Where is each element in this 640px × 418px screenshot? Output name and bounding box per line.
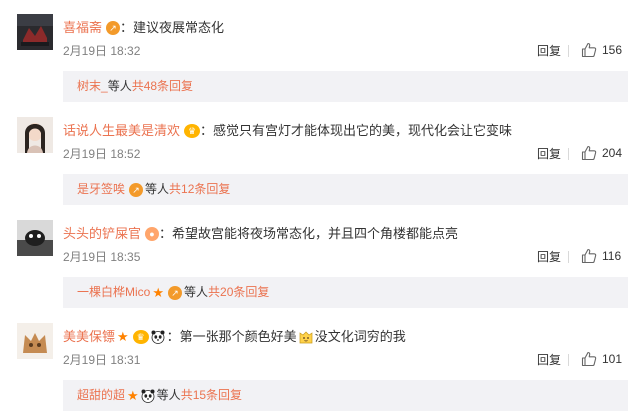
- comment-line: 话说人生最美是清欢 ♛ ：感觉只有宫灯才能体现出它的美，现代化会让它变味: [63, 123, 512, 139]
- reply-button[interactable]: 回复: [537, 353, 561, 367]
- username-link[interactable]: 喜福斋: [63, 20, 102, 36]
- username-link[interactable]: 话说人生最美是清欢: [63, 123, 180, 139]
- sub-replies-box[interactable]: 是牙签唉 ↗ 等人 共12条回复: [63, 174, 628, 205]
- thumbs-up-icon: [581, 145, 597, 161]
- comment-line: 美美保镖 ★ ♛ ：第一张那个颜色好美 没文化词穷的我: [63, 329, 406, 345]
- sub-replies-box[interactable]: 树末_ 等人 共48条回复: [63, 71, 628, 102]
- like-count: 204: [602, 146, 623, 160]
- sub-reply-middle: 等人: [145, 182, 170, 196]
- sub-replies-summary: 一棵白桦Mico ★ ↗ 等人 共20条回复: [77, 285, 269, 300]
- timestamp: 2月19日 18:32: [63, 44, 141, 58]
- comment-feed: 喜福斋 ↗ ：建议夜展常态化 2月19日 18:32 回复 156 树末_ 等人…: [0, 0, 640, 418]
- comment-text-tail: 没文化词穷的我: [314, 329, 406, 344]
- comment-line: 喜福斋 ↗ ：建议夜展常态化: [63, 20, 224, 36]
- like-count: 116: [602, 249, 622, 263]
- like-button[interactable]: 116: [581, 248, 621, 264]
- timestamp: 2月19日 18:35: [63, 250, 141, 264]
- comment-text: ：建议夜展常态化: [120, 20, 225, 35]
- divider: [568, 45, 569, 57]
- comment-text: ：希望故宫能将夜场常态化，并且四个角楼都能点亮: [159, 226, 459, 241]
- thumbs-up-icon: [581, 42, 597, 58]
- like-button[interactable]: 156: [581, 42, 622, 58]
- star-icon: ★: [117, 329, 129, 344]
- vip-crown-badge-icon: ♛: [132, 330, 149, 344]
- sub-replies-summary: 超甜的超 ★ 等人 共15条回复: [77, 388, 242, 403]
- reply-button[interactable]: 回复: [537, 44, 561, 58]
- comment-item: 美美保镖 ★ ♛ ：第一张那个颜色好美 没文化词穷的我 2月19日 18:31 …: [0, 309, 640, 412]
- vip-badge-icon: ↗: [168, 285, 182, 300]
- divider: [568, 354, 569, 366]
- sub-replies-box[interactable]: 一棵白桦Mico ★ ↗ 等人 共20条回复: [63, 277, 628, 308]
- avatar[interactable]: [17, 14, 53, 50]
- like-button[interactable]: 204: [581, 145, 622, 161]
- sub-reply-count-link[interactable]: 共48条回复: [132, 79, 193, 94]
- sub-replies-summary: 是牙签唉 ↗ 等人 共12条回复: [77, 182, 230, 197]
- comment-item: 头头的铲屎官 ● ：希望故宫能将夜场常态化，并且四个角楼都能点亮 2月19日 1…: [0, 206, 640, 309]
- sub-reply-user[interactable]: 是牙签唉: [77, 182, 125, 197]
- panda-icon: [151, 330, 165, 344]
- divider: [568, 251, 569, 263]
- sub-reply-user[interactable]: 一棵白桦Mico: [77, 285, 150, 300]
- vip-badge-icon: ●: [145, 227, 160, 241]
- comment-line: 头头的铲屎官 ● ：希望故宫能将夜场常态化，并且四个角楼都能点亮: [63, 226, 458, 242]
- sub-reply-middle: 等人: [107, 79, 132, 93]
- sub-reply-user[interactable]: 树末_: [77, 79, 108, 94]
- star-icon: ★: [152, 285, 164, 300]
- sub-replies-summary: 树末_ 等人 共48条回复: [77, 79, 193, 94]
- comment-text: ：第一张那个颜色好美: [166, 329, 297, 344]
- vip-crown-badge-icon: ♛: [184, 124, 201, 138]
- panda-icon: [141, 389, 155, 403]
- avatar[interactable]: [17, 323, 53, 359]
- like-button[interactable]: 101: [581, 351, 622, 367]
- thumbs-up-icon: [581, 351, 597, 367]
- sub-replies-box[interactable]: 超甜的超 ★ 等人 共15条回复: [63, 380, 628, 411]
- vip-badge-icon: ↗: [129, 182, 144, 197]
- timestamp: 2月19日 18:31: [63, 353, 141, 367]
- cat-emoji-icon: [299, 331, 313, 344]
- comment-item: 喜福斋 ↗ ：建议夜展常态化 2月19日 18:32 回复 156 树末_ 等人…: [0, 0, 640, 103]
- avatar[interactable]: [17, 117, 53, 153]
- reply-button[interactable]: 回复: [537, 250, 561, 264]
- sub-reply-count-link[interactable]: 共12条回复: [169, 182, 230, 197]
- comment-text: ：感觉只有宫灯才能体现出它的美，现代化会让它变味: [200, 123, 513, 138]
- sub-reply-count-link[interactable]: 共15条回复: [181, 388, 242, 403]
- like-count: 156: [602, 43, 623, 57]
- sub-reply-middle: 等人: [184, 285, 209, 299]
- vip-badge-icon: ↗: [106, 21, 121, 35]
- like-count: 101: [602, 352, 623, 366]
- username-link[interactable]: 美美保镖: [63, 329, 115, 345]
- reply-button[interactable]: 回复: [537, 147, 561, 161]
- sub-reply-user[interactable]: 超甜的超: [77, 388, 125, 403]
- divider: [568, 148, 569, 160]
- comment-item: 话说人生最美是清欢 ♛ ：感觉只有宫灯才能体现出它的美，现代化会让它变味 2月1…: [0, 103, 640, 206]
- thumbs-up-icon: [581, 248, 597, 264]
- sub-reply-count-link[interactable]: 共20条回复: [208, 285, 269, 300]
- avatar[interactable]: [17, 220, 53, 256]
- star-icon: ★: [127, 388, 139, 403]
- username-link[interactable]: 头头的铲屎官: [63, 226, 141, 242]
- sub-reply-middle: 等人: [156, 388, 181, 402]
- timestamp: 2月19日 18:52: [63, 147, 141, 161]
